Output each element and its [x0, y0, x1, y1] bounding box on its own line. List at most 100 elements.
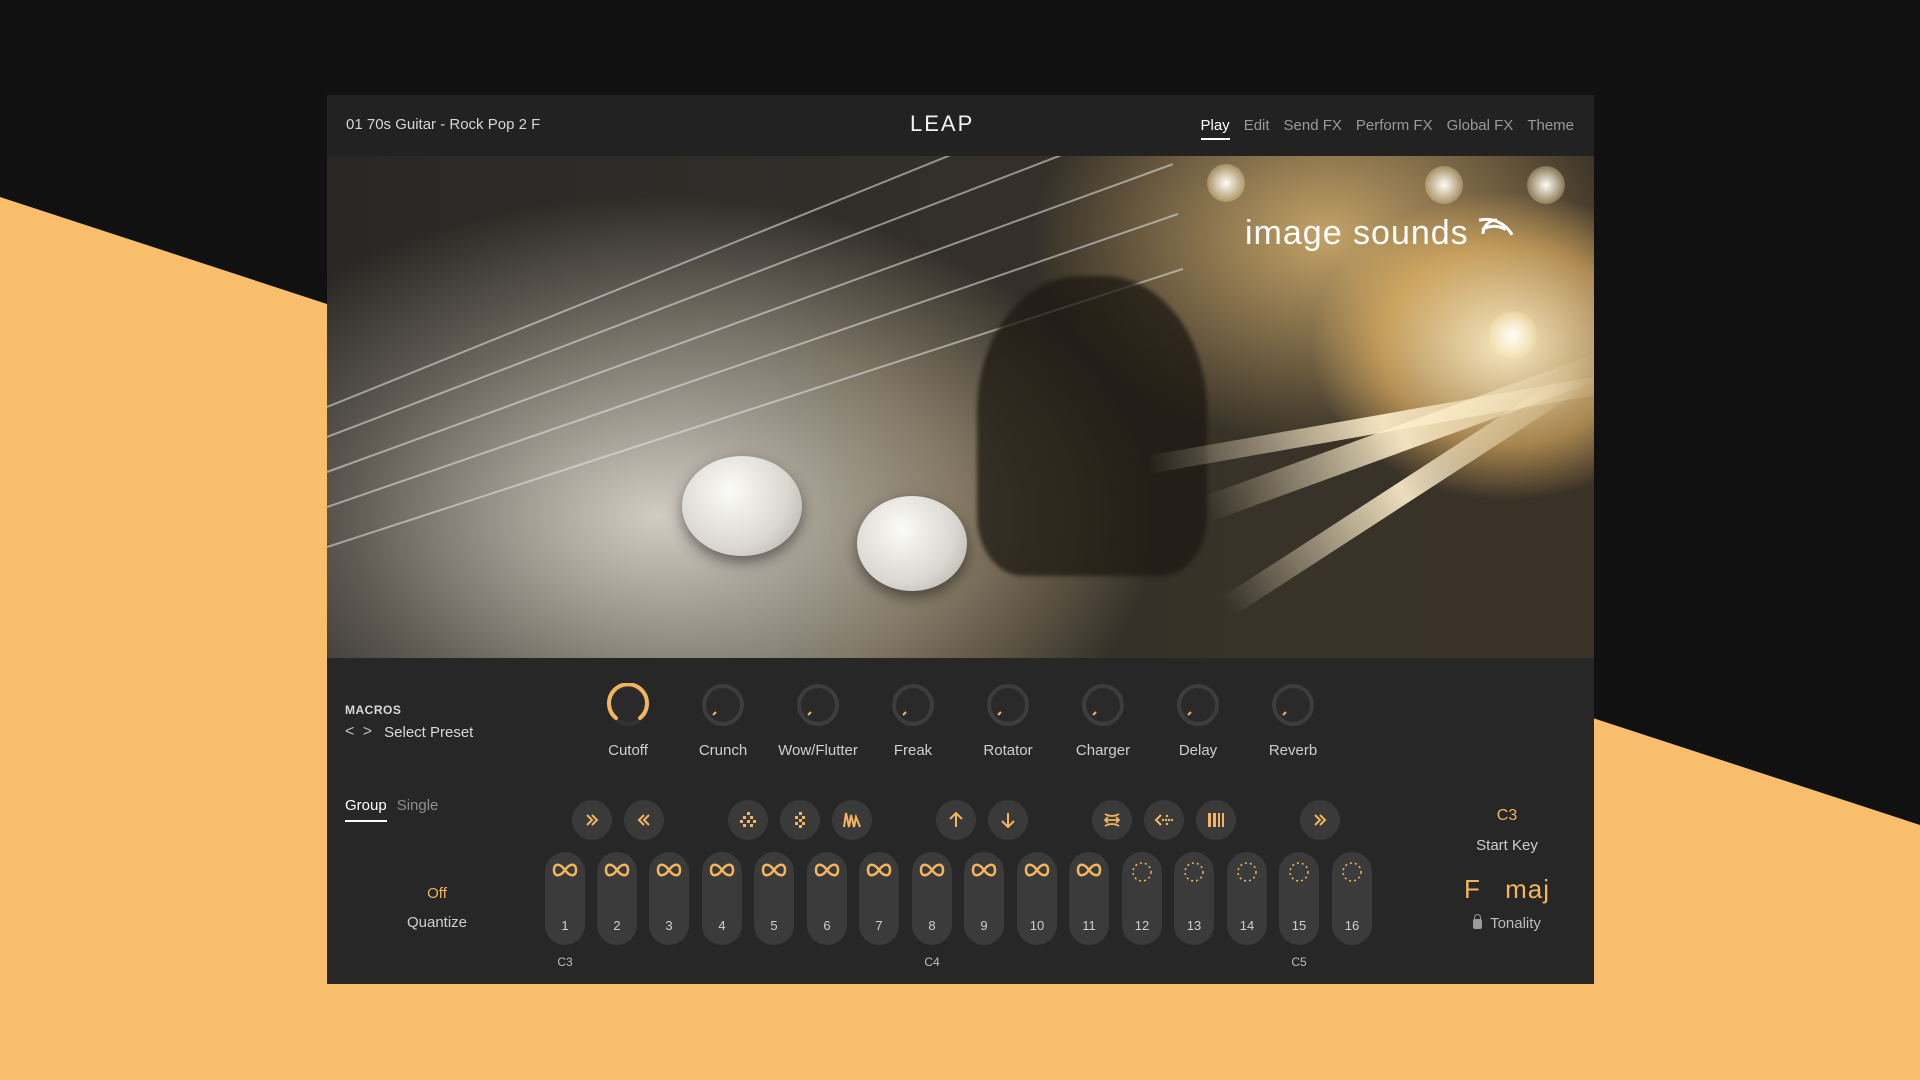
knob-dial[interactable]: [701, 683, 745, 727]
dotted-circle-icon: [1132, 862, 1152, 882]
leap-plugin-window: 01 70s Guitar - Rock Pop 2 F LEAP Play E…: [327, 95, 1594, 984]
knob-delay[interactable]: Delay: [1151, 683, 1245, 759]
pad-number: 1: [561, 918, 569, 933]
rewind-button[interactable]: [624, 800, 664, 840]
tab-send-fx[interactable]: Send FX: [1284, 117, 1342, 140]
guitar-knob-photo: [682, 456, 802, 556]
infinity-icon: [1024, 863, 1050, 877]
tab-edit[interactable]: Edit: [1244, 117, 1270, 140]
lock-icon[interactable]: [1473, 913, 1483, 929]
pad-10[interactable]: 10: [1017, 852, 1057, 945]
stage-light: [1207, 164, 1245, 202]
tab-play[interactable]: Play: [1200, 117, 1230, 140]
bars-button[interactable]: [1196, 800, 1236, 840]
fast-forward-2-button[interactable]: [1300, 800, 1340, 840]
fast-forward-button[interactable]: [572, 800, 612, 840]
prev-next-arrows-icon[interactable]: < >: [345, 723, 374, 741]
bars-icon: [1208, 813, 1224, 827]
start-key-label: Start Key: [1476, 837, 1538, 854]
top-bar: 01 70s Guitar - Rock Pop 2 F LEAP Play E…: [327, 95, 1594, 157]
infinity-icon: [656, 863, 682, 877]
tonality-value[interactable]: F maj: [1447, 874, 1567, 905]
knob-dial[interactable]: [796, 683, 840, 727]
knob-dial[interactable]: [891, 683, 935, 727]
knob-rotator[interactable]: Rotator: [961, 683, 1055, 759]
pad-number: 4: [718, 918, 726, 933]
knob-dial[interactable]: [1081, 683, 1125, 727]
tab-perform-fx[interactable]: Perform FX: [1356, 117, 1433, 140]
pattern-button[interactable]: [728, 800, 768, 840]
signal-wave-icon: [1478, 218, 1514, 236]
tab-group[interactable]: Group: [345, 797, 387, 822]
stage-light: [1425, 166, 1463, 204]
tab-single[interactable]: Single: [397, 797, 439, 822]
dotted-arrow-button[interactable]: [1144, 800, 1184, 840]
quantize-control[interactable]: Off Quantize: [401, 885, 473, 931]
pad-7[interactable]: 7: [859, 852, 899, 945]
swap-icon: [1103, 813, 1121, 827]
tab-global-fx[interactable]: Global FX: [1447, 117, 1514, 140]
tab-theme[interactable]: Theme: [1527, 117, 1574, 140]
knob-charger[interactable]: Charger: [1056, 683, 1150, 759]
start-key-value[interactable]: C3: [1447, 807, 1567, 825]
arrow-up-icon: [949, 811, 963, 827]
pad-4[interactable]: 4: [702, 852, 742, 945]
pad-16[interactable]: 16: [1332, 852, 1372, 945]
macros-section: MACROS < > Select Preset: [345, 703, 473, 741]
pad-15[interactable]: 15: [1279, 852, 1319, 945]
pad-11[interactable]: 11: [1069, 852, 1109, 945]
dotted-arrow-icon: [1154, 814, 1174, 826]
stage-light: [1527, 166, 1565, 204]
guitar-knob-photo: [857, 496, 967, 591]
infinity-icon: [1076, 863, 1102, 877]
tonality-label-row: Tonality: [1447, 913, 1567, 932]
note-label-c5: C5: [1291, 955, 1307, 969]
arrow-down-button[interactable]: [988, 800, 1028, 840]
knob-dial[interactable]: [1271, 683, 1315, 727]
knob-dial[interactable]: [986, 683, 1030, 727]
pad-9[interactable]: 9: [964, 852, 1004, 945]
arrow-up-button[interactable]: [936, 800, 976, 840]
knob-cutoff[interactable]: Cutoff: [581, 682, 675, 759]
infinity-icon: [971, 863, 997, 877]
pad-12[interactable]: 12: [1122, 852, 1162, 945]
main-nav: Play Edit Send FX Perform FX Global FX T…: [1200, 117, 1574, 140]
stage-light: [1489, 311, 1537, 359]
pad-number: 13: [1186, 918, 1202, 933]
dotted-circle-icon: [1184, 862, 1204, 882]
quantize-value[interactable]: Off: [401, 885, 473, 902]
pad-number: 16: [1344, 918, 1360, 933]
knob-crunch[interactable]: Crunch: [676, 683, 770, 759]
tonality-scale[interactable]: maj: [1505, 874, 1550, 904]
knob-label: Wow/Flutter: [778, 742, 858, 759]
dotted-circle-icon: [1289, 862, 1309, 882]
infinity-icon: [761, 863, 787, 877]
infinity-icon: [814, 863, 840, 877]
pad-number: 15: [1291, 918, 1307, 933]
pad-5[interactable]: 5: [754, 852, 794, 945]
hero-artwork: image sounds: [327, 156, 1594, 658]
pattern-2-button[interactable]: [780, 800, 820, 840]
preset-name[interactable]: 01 70s Guitar - Rock Pop 2 F: [346, 116, 540, 133]
pad-13[interactable]: 13: [1174, 852, 1214, 945]
pad-2[interactable]: 2: [597, 852, 637, 945]
knob-freak[interactable]: Freak: [866, 683, 960, 759]
knob-dial[interactable]: [606, 682, 650, 727]
pad-number: 8: [928, 918, 936, 933]
infinity-icon: [604, 863, 630, 877]
select-preset[interactable]: < > Select Preset: [345, 723, 473, 741]
waveform-icon: [843, 812, 861, 828]
pad-1[interactable]: 1: [545, 852, 585, 945]
guitarist-silhouette: [977, 276, 1207, 576]
knob-reverb[interactable]: Reverb: [1246, 683, 1340, 759]
knob-wow-flutter[interactable]: Wow/Flutter: [771, 683, 865, 759]
pad-8[interactable]: 8: [912, 852, 952, 945]
pad-6[interactable]: 6: [807, 852, 847, 945]
pad-3[interactable]: 3: [649, 852, 689, 945]
waveform-button[interactable]: [832, 800, 872, 840]
swap-button[interactable]: [1092, 800, 1132, 840]
knob-dial[interactable]: [1176, 683, 1220, 727]
tonality-root[interactable]: F: [1464, 874, 1481, 904]
pad-14[interactable]: 14: [1227, 852, 1267, 945]
note-label-c3: C3: [557, 955, 573, 969]
